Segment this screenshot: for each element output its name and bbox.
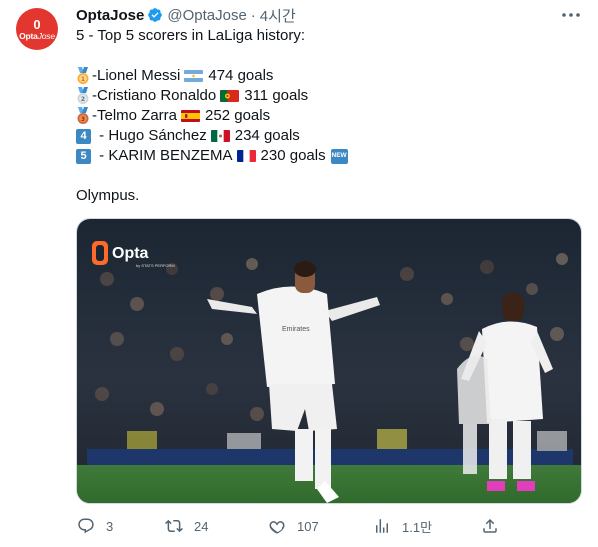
tweet-headline: 5 - Top 5 scorers in LaLiga history: [76, 27, 306, 44]
author-avatar[interactable]: 0 OptaJose [16, 8, 58, 50]
author-display-name[interactable]: OptaJose [76, 7, 144, 24]
views-chart-icon [372, 516, 392, 536]
scorer-prefix: - [95, 147, 109, 164]
scorer-prefix: - [95, 127, 109, 144]
retweet-icon [164, 516, 184, 536]
scorer-row: 3 - Telmo Zarra 252 goals [76, 106, 576, 126]
separator-dot: · [250, 6, 256, 24]
share-icon [480, 516, 500, 536]
like-button[interactable]: 107 [267, 514, 319, 538]
svg-text:1: 1 [81, 76, 85, 83]
shirt-sponsor-text: Emirates [282, 326, 310, 333]
scorer-name: Cristiano Ronaldo [97, 87, 217, 104]
scorer-goals: 311 goals [244, 87, 309, 104]
new-badge-icon: NEW [330, 148, 348, 164]
scorer-name: Lionel Messi [97, 67, 181, 84]
scorer-goals: 230 goals [260, 147, 326, 164]
views-button[interactable]: 1.1만 [372, 514, 432, 538]
scorer-name: KARIM BENZEMA [108, 147, 233, 164]
verified-badge-icon[interactable] [147, 7, 163, 23]
avatar-glyph: 0 [33, 17, 41, 32]
tweet-timestamp[interactable]: 4시간 [260, 5, 296, 26]
gold-medal-icon: 1 [76, 67, 90, 85]
views-count: 1.1만 [402, 519, 433, 535]
keycap-4-icon: 4 [76, 128, 91, 144]
opta-watermark-sub: by STATS PERFORM [136, 263, 175, 268]
retweet-button[interactable]: 24 [164, 514, 208, 538]
tweet-text: 5 - Top 5 scorers in LaLiga history: 1 -… [76, 26, 576, 206]
bronze-medal-icon: 3 [76, 107, 90, 125]
scorer-row: 1 - Lionel Messi 474 goals [76, 66, 576, 86]
scorer-name: Telmo Zarra [97, 107, 178, 124]
spain-flag-icon [181, 110, 201, 122]
heart-icon [267, 516, 287, 536]
like-count: 107 [297, 518, 319, 534]
tweet-actions: 3 24 107 1.1만 [76, 514, 586, 538]
portugal-flag-icon [220, 90, 240, 102]
retweet-count: 24 [194, 518, 209, 534]
tweet-photo[interactable]: Opta by STATS PERFORM Emirates [76, 218, 582, 504]
svg-text:2: 2 [81, 96, 85, 103]
mexico-flag-icon [210, 130, 230, 142]
scorer-goals: 234 goals [234, 127, 300, 144]
keycap-5-icon: 5 [76, 148, 91, 164]
reply-button[interactable]: 3 [76, 514, 113, 538]
tweet-closing: Olympus. [76, 187, 140, 204]
scorer-row: 2 - Cristiano Ronaldo 311 goals [76, 86, 576, 106]
avatar-brand: OptaJose [19, 31, 55, 41]
tweet-header: OptaJose @OptaJose · 4시간 [76, 5, 296, 25]
argentina-flag-icon [184, 70, 204, 82]
reply-count: 3 [106, 518, 114, 534]
scorer-name: Hugo Sánchez [108, 127, 207, 144]
reply-icon [76, 516, 96, 536]
scorer-goals: 474 goals [208, 67, 274, 84]
scorer-row: 5 - KARIM BENZEMA 230 goals NEW [76, 146, 576, 166]
france-flag-icon [236, 150, 256, 162]
scorer-row: 4 - Hugo Sánchez 234 goals [76, 126, 576, 146]
opta-watermark: Opta [112, 245, 149, 262]
share-button[interactable] [480, 514, 510, 538]
more-options-icon[interactable] [560, 6, 582, 24]
silver-medal-icon: 2 [76, 87, 90, 105]
scorer-goals: 252 goals [205, 107, 271, 124]
svg-text:3: 3 [81, 116, 85, 123]
author-handle[interactable]: @OptaJose [167, 7, 246, 24]
